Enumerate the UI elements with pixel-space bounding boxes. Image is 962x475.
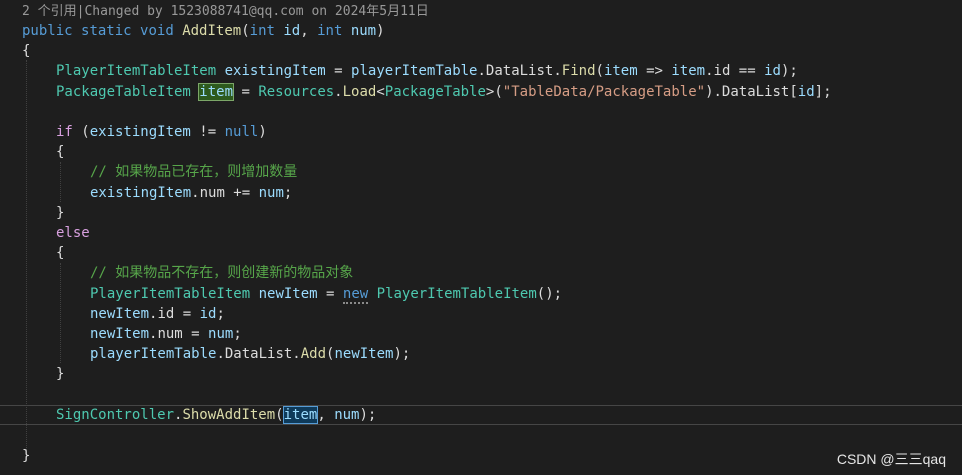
punct: =: [233, 84, 259, 100]
var-name: playerItemTable: [90, 346, 217, 362]
code-line[interactable]: newItem.id = id;: [90, 304, 225, 324]
punct: !=: [190, 124, 225, 140]
keyword-null: null: [224, 124, 259, 140]
method-name: AddItem: [182, 23, 242, 39]
punct: ).DataList[: [705, 84, 798, 100]
code-line[interactable]: PlayerItemTableItem newItem = new Player…: [90, 284, 562, 304]
var-name: id: [199, 306, 217, 322]
comment: // 如果物品已存在，则增加数量: [90, 164, 298, 180]
brace: {: [56, 245, 65, 261]
punct: );: [359, 407, 377, 423]
code-line[interactable]: PackageTableItem item = Resources.Load<P…: [56, 82, 832, 102]
brace: {: [56, 144, 65, 160]
punct: .num =: [149, 326, 209, 342]
indent-guide: [60, 263, 61, 363]
brace: }: [56, 366, 65, 382]
var-name: playerItemTable: [351, 63, 478, 79]
punct: ): [258, 124, 267, 140]
code-line-current[interactable]: SignController.ShowAddItem(item, num);: [56, 405, 376, 425]
keyword-if: if: [56, 124, 73, 140]
method-call: Load: [342, 84, 377, 100]
method-call: ShowAddItem: [182, 407, 276, 423]
close-brace: }: [22, 448, 31, 464]
brace: }: [56, 205, 65, 221]
var-name: num: [208, 326, 234, 342]
highlighted-variable[interactable]: item: [198, 83, 235, 101]
code-line[interactable]: PlayerItemTableItem existingItem = playe…: [56, 61, 798, 81]
punct: (: [241, 23, 250, 39]
selected-variable[interactable]: item: [282, 406, 319, 424]
punct: (: [595, 63, 604, 79]
var-name: newItem: [334, 346, 394, 362]
var-name: item: [603, 63, 638, 79]
indent-guide: [26, 60, 27, 450]
code-editor[interactable]: 2 个引用|Changed by 1523088741@qq.com on 20…: [0, 0, 962, 475]
code-line[interactable]: playerItemTable.DataList.Add(newItem);: [90, 344, 410, 364]
punct: (: [72, 124, 90, 140]
string-literal: "TableData/PackageTable": [502, 84, 706, 100]
punct: =>: [637, 63, 672, 79]
var-name: num: [258, 185, 284, 201]
punct: ();: [536, 286, 563, 302]
keyword-else: else: [56, 225, 90, 241]
type-name: PackageTableItem: [56, 84, 191, 100]
punct: .DataList.: [477, 63, 562, 79]
keyword-void: void: [140, 23, 174, 39]
var-name: existingItem: [224, 63, 326, 79]
watermark: CSDN @三三qaq: [836, 451, 946, 467]
punct: ;: [283, 185, 293, 201]
var-name: item: [671, 63, 706, 79]
method-call: Find: [561, 63, 596, 79]
punct: );: [780, 63, 798, 79]
code-line[interactable]: newItem.num = num;: [90, 324, 242, 344]
var-name: num: [334, 407, 360, 423]
keyword-int: int: [249, 23, 275, 39]
keyword-static: static: [81, 23, 132, 39]
punct: <: [376, 84, 385, 100]
type-name: SignController: [56, 407, 175, 423]
punct: ,: [300, 23, 318, 39]
var-name: existingItem: [90, 185, 192, 201]
keyword-int: int: [317, 23, 343, 39]
punct: ;: [233, 326, 242, 342]
var-name: newItem: [90, 326, 150, 342]
type-name: PlayerItemTableItem: [376, 286, 537, 302]
open-brace: {: [22, 43, 31, 59]
indent-guide: [60, 162, 61, 202]
punct: ,: [317, 407, 335, 423]
punct: .id ==: [705, 63, 765, 79]
punct: [368, 286, 376, 302]
codelens-info[interactable]: 2 个引用|Changed by 1523088741@qq.com on 20…: [22, 2, 429, 22]
type-name: Resources: [258, 84, 335, 100]
punct: .id =: [149, 306, 200, 322]
method-call: Add: [300, 346, 327, 362]
punct: =: [317, 286, 343, 302]
type-name: PackageTable: [384, 84, 486, 100]
punct: ): [376, 23, 385, 39]
punct: ];: [814, 84, 832, 100]
punct: =: [325, 63, 352, 79]
punct: ;: [216, 306, 225, 322]
code-line[interactable]: if (existingItem != null): [56, 122, 267, 142]
method-signature[interactable]: public static void AddItem(int id, int n…: [22, 21, 385, 41]
keyword-public: public: [22, 23, 73, 39]
param-num: num: [350, 23, 377, 39]
var-name: id: [764, 63, 781, 79]
punct: >(: [485, 84, 503, 100]
punct: );: [393, 346, 411, 362]
var-name: id: [797, 84, 815, 100]
var-name: newItem: [90, 306, 150, 322]
punct: .num +=: [191, 185, 259, 201]
keyword-new: new: [342, 286, 369, 304]
param-id: id: [283, 23, 301, 39]
comment: // 如果物品不存在，则创建新的物品对象: [90, 265, 354, 281]
punct: (: [275, 407, 284, 423]
var-name: newItem: [258, 286, 318, 302]
punct: .: [334, 84, 343, 100]
type-name: PlayerItemTableItem: [90, 286, 251, 302]
type-name: PlayerItemTableItem: [56, 63, 217, 79]
var-name: existingItem: [89, 124, 191, 140]
code-line[interactable]: existingItem.num += num;: [90, 183, 292, 203]
punct: .DataList.: [216, 346, 301, 362]
